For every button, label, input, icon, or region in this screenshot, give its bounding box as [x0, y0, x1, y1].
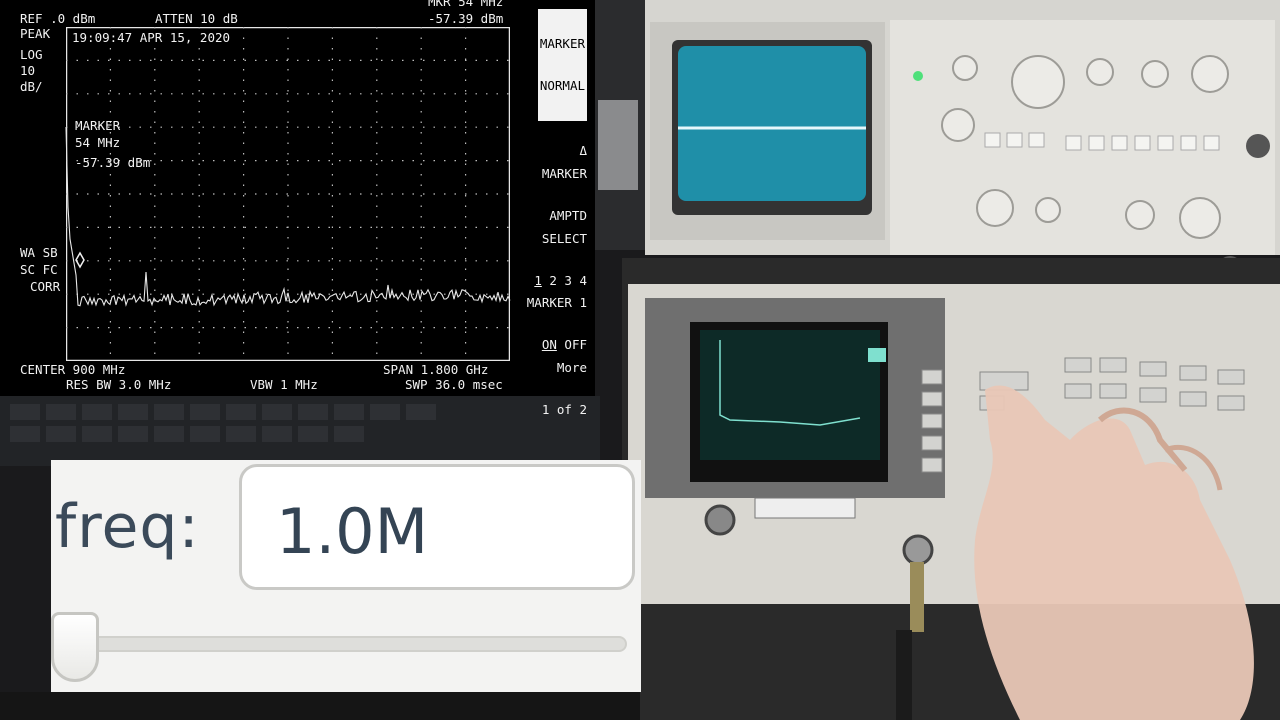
softkey-label: MARKER	[541, 166, 587, 181]
freq-label: freq:	[55, 492, 200, 562]
annotation-corr: CORR	[30, 279, 61, 294]
video-bandwidth: VBW 1 MHz	[250, 377, 318, 392]
sweep-time: SWP 36.0 msec	[405, 377, 503, 392]
scale-value: 10	[20, 63, 36, 78]
center-frequency: CENTER 900 MHz	[20, 362, 126, 377]
softkey-label: MARKER	[539, 36, 585, 51]
softkey-label: 1 of 2	[541, 402, 587, 417]
annotation-sc-fc: SC FC	[20, 262, 58, 277]
softkey-more[interactable]: More 1 of 2	[542, 333, 587, 445]
attenuation: ATTEN 10 dB	[155, 11, 238, 26]
spectrum-trace	[65, 126, 511, 307]
softkey-label: MARKER	[541, 101, 587, 116]
freq-slider-thumb[interactable]	[51, 612, 99, 682]
freq-input[interactable]: 1.0M	[239, 464, 635, 590]
resolution-bandwidth: RES BW 3.0 MHz	[66, 377, 172, 392]
freq-slider-track[interactable]	[71, 636, 627, 652]
marker-readout-level: -57.39 dBm	[428, 11, 504, 26]
freq-control-panel: freq: 1.0M	[51, 460, 641, 692]
softkey-label: MARKER 1	[526, 295, 587, 310]
marker-readout-freq: MKR 54 MHz	[428, 0, 504, 9]
spectrum-analyzer-display: REF .0 dBm ATTEN 10 dB MKR 54 MHz -57.39…	[0, 0, 595, 417]
scale-unit: dB/	[20, 79, 43, 94]
scale-type: LOG	[20, 47, 43, 62]
softkey-label: More	[556, 360, 587, 375]
annotation-wa-sb: WA SB	[20, 245, 58, 260]
marker-diamond-icon	[75, 251, 85, 269]
softkey-label: SELECT	[541, 231, 587, 246]
span: SPAN 1.800 GHz	[383, 362, 489, 377]
ref-level: REF .0 dBm	[20, 11, 96, 26]
detector-mode: PEAK	[20, 26, 51, 41]
